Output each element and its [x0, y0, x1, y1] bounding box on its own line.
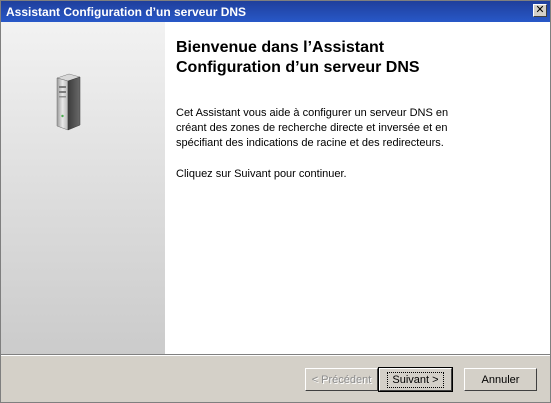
description-text: Cet Assistant vous aide à configurer un … [176, 107, 449, 149]
instruction-text: Cliquez sur Suivant pour continuer. [176, 168, 347, 180]
close-icon: ✕ [535, 4, 545, 16]
window-title: Assistant Configuration d’un serveur DNS [6, 4, 247, 19]
page-title: Bienvenue dans l’Assistant Configuration… [176, 39, 420, 76]
previous-button[interactable]: < Précédent [305, 368, 378, 391]
wizard-window: Assistant Configuration d’un serveur DNS… [0, 0, 551, 403]
wizard-content: Bienvenue dans l’Assistant Configuration… [1, 22, 550, 354]
server-tower-icon [56, 73, 81, 131]
title-bar[interactable]: Assistant Configuration d’un serveur DNS… [1, 1, 550, 22]
close-button[interactable]: ✕ [533, 4, 547, 17]
cancel-button[interactable]: Annuler [464, 368, 537, 391]
next-button[interactable]: Suivant > [378, 367, 453, 392]
wizard-footer: < Précédent Suivant > Annuler [1, 356, 550, 402]
wizard-text-area: Bienvenue dans l’Assistant Configuration… [176, 38, 536, 198]
wizard-side-panel [1, 22, 165, 354]
next-button-label: Suivant > [387, 371, 444, 388]
